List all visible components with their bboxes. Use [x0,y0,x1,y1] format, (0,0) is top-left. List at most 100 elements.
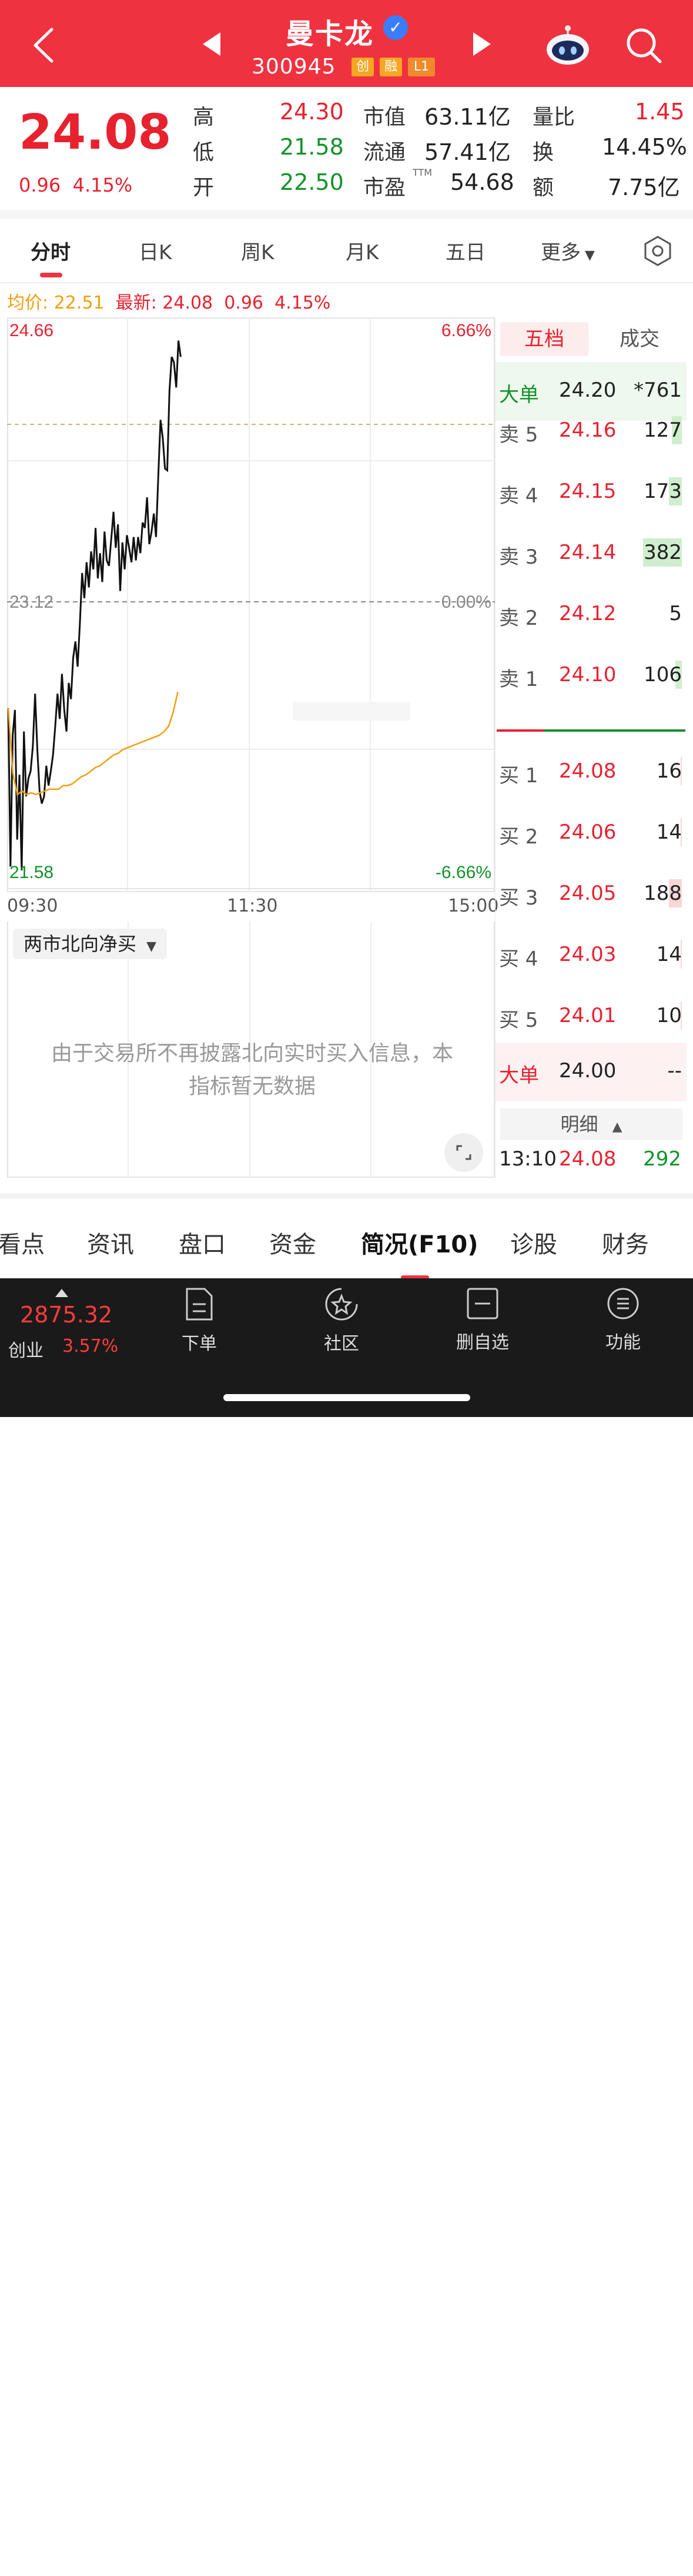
ask-price: 24.12 [559,602,617,625]
tab-news[interactable]: 资讯 [87,1225,134,1259]
ask-label: 卖 3 [499,545,538,569]
tab-five-levels[interactable]: 五档 [500,322,588,356]
divider [0,210,693,219]
stat-volratio-label: 量比 [533,105,575,129]
y-left-bottom: 21.58 [9,863,53,882]
info-tabs: 看点 资讯 盘口 资金 简况(F10) 诊股 财务 [0,1193,693,1280]
y-right-bottom: -6.66% [436,863,491,882]
y-right-top: 6.66% [441,321,491,340]
bid-price: 24.08 [559,759,617,783]
ask-row-1[interactable]: 卖 5 24.16 127 [496,402,687,461]
big-buy-row: 大单 24.00 -- [496,1043,687,1101]
chart-period-tabs: 分时 日K 周K 月K 五日 更多 ▼ [0,219,693,283]
detail-label: 明细 [560,1113,598,1135]
x-tick-close: 15:00 [448,896,499,916]
bid-row-3[interactable]: 买 3 24.05 188 [496,865,687,924]
ask-row-5[interactable]: 卖 1 24.10 106 [496,646,687,705]
chart-settings-icon[interactable] [642,235,674,267]
bid-label: 买 2 [499,825,538,849]
stat-low-label: 低 [193,140,215,165]
community-star-icon [325,1288,358,1321]
avg-price: 均价: 22.51 [7,293,105,313]
big-sell-price: 24.20 [559,378,617,402]
tab-weekly-k[interactable]: 周K [241,236,274,265]
cursor-label-placeholder [293,702,410,721]
nav-order[interactable]: 下单 [161,1287,237,1355]
nav-community-label: 社区 [324,1334,359,1354]
bid-label: 买 4 [499,947,538,971]
stat-amount-value: 7.75亿 [608,175,680,200]
stat-low-value: 21.58 [280,134,344,160]
active-tab-indicator [40,273,62,277]
nav-community[interactable]: 社区 [303,1287,380,1355]
bid-row-1[interactable]: 买 1 24.08 16 [496,743,687,802]
index-value[interactable]: 2875.32 [20,1302,112,1328]
index-pct: 3.57% [62,1336,119,1356]
prev-stock-icon[interactable] [203,32,220,56]
nav-functions[interactable]: 功能 [585,1287,661,1354]
stat-high-value: 24.30 [280,99,344,125]
tab-funds[interactable]: 资金 [269,1225,316,1259]
tab-five-day[interactable]: 五日 [446,236,486,265]
bid-label: 买 1 [499,764,538,788]
tab-daily-k[interactable]: 日K [139,236,172,265]
stock-code: 300945 [252,55,336,79]
next-stock-icon[interactable] [473,32,491,56]
back-icon[interactable] [28,25,63,66]
bid-row-2[interactable]: 买 2 24.06 14 [496,804,687,863]
nav-functions-label: 功能 [605,1332,641,1353]
bid-row-5[interactable]: 买 5 24.01 10 [496,987,687,1046]
ask-price: 24.10 [559,663,617,686]
price-change: 0.96 4.15% [19,174,132,196]
northbound-empty-message: 由于交易所不再披露北向实时买入信息，本 指标暂无数据 [14,1037,490,1103]
latest-price: 最新: 24.08 [115,293,213,313]
ask-vol: 382 [644,541,682,564]
x-tick-open: 09:30 [7,896,58,916]
tab-highlights[interactable]: 看点 [0,1225,45,1259]
bid-row-4[interactable]: 买 4 24.03 14 [496,926,687,985]
tab-finance[interactable]: 财务 [602,1225,649,1259]
stat-float-label: 流通 [363,140,406,165]
expand-icon[interactable] [444,1133,483,1172]
tab-more[interactable]: 更多 ▼ [541,236,595,265]
stock-name: 曼卡龙 [286,18,374,51]
tab-monthly-k[interactable]: 月K [346,236,379,265]
index-name: 创业 [8,1341,43,1361]
stat-open-label: 开 [193,176,215,200]
stat-turnover-label: 换 [533,140,554,165]
ask-price: 24.15 [559,480,617,503]
intraday-chart[interactable]: 24.66 23.12 21.58 6.66% 0.00% -6.66% [7,317,495,892]
tab-intraday[interactable]: 分时 [31,236,71,265]
order-book-tabs: 五档 成交 [496,317,687,359]
ask-row-2[interactable]: 卖 4 24.15 173 [496,463,687,522]
ask-bid-divider-green [544,729,685,732]
ask-row-3[interactable]: 卖 3 24.14 382 [496,524,687,583]
change-pct: 4.15% [72,174,133,196]
tab-diagnosis[interactable]: 诊股 [510,1225,557,1259]
tag-l1: L1 [408,58,435,76]
tab-market[interactable]: 盘口 [179,1225,226,1259]
quote-panel: 24.08 0.96 4.15% 高 24.30 低 21.58 开 22.50… [0,87,693,210]
stat-pe-sup: TTM [413,167,433,178]
nav-order-label: 下单 [182,1334,217,1354]
home-indicator [223,2569,470,2576]
index-up-icon [55,1289,68,1297]
search-icon[interactable] [625,26,664,65]
top-bar: 曼卡龙 ✓ 300945 创 融 L1 [0,0,693,87]
detail-toggle[interactable]: 明细 ▲ [500,1108,682,1140]
change-value: 0.96 [19,174,61,196]
stat-high-label: 高 [193,105,215,129]
tab-trades[interactable]: 成交 [607,322,672,356]
tab-f10[interactable]: 简况(F10) [361,1225,478,1259]
ask-row-4[interactable]: 卖 2 24.12 5 [496,585,687,644]
robot-assistant-icon[interactable] [544,24,591,66]
divider [0,282,693,283]
bid-vol: 14 [656,943,682,966]
ask-vol: 127 [644,418,682,442]
order-doc-icon [186,1288,213,1321]
current-price: 24.08 [19,105,172,160]
nav-remove-watchlist[interactable]: 删自选 [444,1287,521,1354]
bid-label: 买 5 [499,1009,538,1032]
last-trade-vol: 292 [643,1147,681,1171]
northbound-indicator-select[interactable]: 两市北向净买 ▼ [13,929,168,959]
